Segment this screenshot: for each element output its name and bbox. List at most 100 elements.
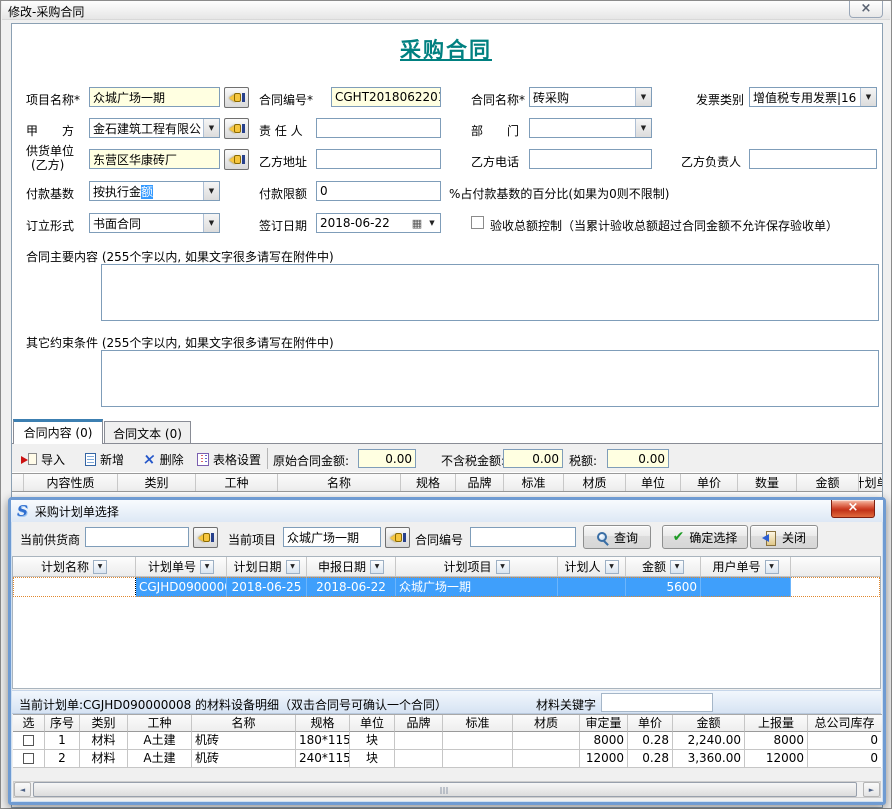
add-button[interactable]: 新增: [81, 448, 128, 470]
material-keyword-field[interactable]: [601, 693, 713, 712]
chevron-down-icon[interactable]: ▼: [635, 119, 651, 137]
project-picker-button[interactable]: [224, 87, 249, 108]
department-combo[interactable]: ▼: [529, 118, 652, 138]
plan-header-cell[interactable]: 金额▼: [626, 557, 701, 576]
chevron-down-icon[interactable]: ▼: [635, 88, 651, 106]
original-amount-field[interactable]: 0.00: [358, 449, 416, 468]
tab-contract-text[interactable]: 合同文本 (0): [104, 421, 191, 443]
filter-chevron-icon[interactable]: ▼: [93, 560, 107, 574]
table-settings-button[interactable]: 表格设置: [193, 448, 265, 470]
party-b-phone-field[interactable]: [529, 149, 652, 169]
items-header-cell: 单位: [626, 474, 681, 491]
filter-chevron-icon[interactable]: ▼: [670, 560, 684, 574]
supplier-picker-button[interactable]: [193, 527, 218, 548]
plan-cell-amount[interactable]: 5600: [626, 577, 701, 597]
row-checkbox[interactable]: [23, 753, 34, 764]
page-title: 采购合同: [1, 34, 891, 64]
scrollbar-thumb[interactable]: [33, 782, 857, 797]
query-button[interactable]: 查询: [583, 525, 651, 549]
chevron-down-icon[interactable]: ▼: [203, 182, 219, 200]
acceptance-control-checkbox[interactable]: [471, 216, 484, 229]
supplier-field[interactable]: 东营区华康砖厂: [89, 149, 220, 169]
materials-header-cell: 品牌: [395, 715, 443, 732]
filter-chevron-icon[interactable]: ▼: [286, 560, 300, 574]
plan-header-cell[interactable]: 计划单号▼: [136, 557, 227, 576]
other-terms-textarea[interactable]: [101, 350, 879, 407]
filter-chevron-icon[interactable]: ▼: [200, 560, 214, 574]
cell-spec: 240*115*: [296, 750, 350, 768]
scroll-left-icon[interactable]: ◄: [14, 782, 31, 797]
cell-standard: [443, 732, 513, 750]
plan-header-cell[interactable]: 用户单号▼: [701, 557, 791, 576]
current-project-field[interactable]: 众城广场一期: [283, 527, 381, 547]
cell-approved-qty: 12000: [580, 750, 628, 768]
row-checkbox[interactable]: [23, 735, 34, 746]
party-b-manager-field[interactable]: [749, 149, 877, 169]
thumb-grip-icon: [441, 787, 450, 794]
chevron-down-icon[interactable]: ▼: [424, 214, 440, 232]
plan-cell-user-no[interactable]: [701, 577, 791, 597]
sign-date-field[interactable]: 2018-06-22▦▼: [316, 213, 441, 233]
filter-chevron-icon[interactable]: ▼: [496, 560, 510, 574]
invoice-type-combo[interactable]: 增值税专用发票|16▼: [749, 87, 877, 107]
chevron-down-icon[interactable]: ▼: [860, 88, 876, 106]
dialog-titlebar[interactable]: S 采购计划单选择: [11, 500, 883, 522]
filter-chevron-icon[interactable]: ▼: [765, 560, 779, 574]
confirm-select-button[interactable]: ✔确定选择: [662, 525, 748, 549]
tab-contract-items[interactable]: 合同内容 (0): [13, 419, 103, 444]
current-plan-detail-text: 当前计划单:CGJHD090000008 的材料设备明细（双击合同号可确认一个合…: [19, 696, 447, 713]
delete-button[interactable]: ×删除: [139, 448, 188, 470]
exit-door-icon: [762, 531, 777, 544]
cell-standard: [443, 750, 513, 768]
main-titlebar[interactable]: 修改-采购合同: [2, 1, 890, 20]
plan-header-cell[interactable]: 计划人▼: [558, 557, 626, 576]
dialog-close-icon[interactable]: ×: [831, 500, 875, 518]
chevron-down-icon[interactable]: ▼: [203, 214, 219, 232]
plan-header-cell[interactable]: 计划项目▼: [396, 557, 558, 576]
plan-header-cell[interactable]: 申报日期▼: [307, 557, 396, 576]
filter-chevron-icon[interactable]: ▼: [605, 560, 619, 574]
scroll-right-icon[interactable]: ►: [863, 782, 880, 797]
plan-cell-number[interactable]: CGJHD090000008: [136, 577, 227, 597]
contract-name-label: 合同名称*: [471, 91, 525, 108]
materials-row[interactable]: 2 材料 A土建 机砖 240*115* 块 12000 0.28 3,360.…: [13, 750, 882, 768]
plan-header-cell[interactable]: 计划名称▼: [13, 557, 136, 576]
responsible-field[interactable]: [316, 118, 441, 138]
conclude-form-label: 订立形式: [26, 217, 74, 234]
plan-cell-planner[interactable]: [558, 577, 626, 597]
plan-cell-project[interactable]: 众城广场一期: [396, 577, 558, 597]
plan-cell-report-date[interactable]: 2018-06-22: [307, 577, 396, 597]
party-a-combo[interactable]: 金石建筑工程有限公▼: [89, 118, 220, 138]
dialog-title: 采购计划单选择: [35, 503, 119, 520]
plan-row-selected[interactable]: CGJHD090000008 2018-06-25 2018-06-22 众城广…: [13, 577, 880, 597]
main-content-textarea[interactable]: [101, 264, 879, 321]
cell-category: 材料: [80, 750, 128, 768]
project-picker-button[interactable]: [385, 527, 410, 548]
contract-no-field[interactable]: CGHT2018062201: [331, 87, 441, 107]
supplier-picker-button[interactable]: [224, 149, 249, 170]
pay-limit-field[interactable]: 0: [316, 181, 441, 201]
no-tax-amount-field[interactable]: 0.00: [503, 449, 563, 468]
pay-base-combo[interactable]: 按执行金额▼: [89, 181, 220, 201]
close-button[interactable]: 关闭: [750, 525, 818, 549]
party-b-address-field[interactable]: [316, 149, 441, 169]
tax-amount-field[interactable]: 0.00: [607, 449, 669, 468]
party-a-picker-button[interactable]: [224, 118, 249, 139]
project-name-field[interactable]: 众城广场一期: [89, 87, 220, 107]
contract-name-combo[interactable]: 砖采购▼: [529, 87, 652, 107]
chevron-down-icon[interactable]: ▼: [203, 119, 219, 137]
current-supplier-field[interactable]: [85, 527, 189, 547]
cell-seq: 1: [45, 732, 80, 750]
contract-no-filter-field[interactable]: [470, 527, 576, 547]
import-button[interactable]: 导入: [17, 448, 69, 470]
conclude-form-combo[interactable]: 书面合同▼: [89, 213, 220, 233]
acceptance-control-label: 验收总额控制（当累计验收总额超过合同金额不允许保存验收单）: [490, 217, 838, 234]
materials-row[interactable]: 1 材料 A土建 机砖 180*115* 块 8000 0.28 2,240.0…: [13, 732, 882, 750]
filter-chevron-icon[interactable]: ▼: [370, 560, 384, 574]
plan-cell-name[interactable]: [13, 577, 136, 597]
plan-cell-plan-date[interactable]: 2018-06-25: [227, 577, 307, 597]
close-icon[interactable]: ×: [849, 1, 883, 18]
plan-header-cell[interactable]: 计划日期▼: [227, 557, 307, 576]
horizontal-scrollbar[interactable]: ◄ ►: [13, 781, 881, 798]
plan-header-filler: [791, 557, 880, 576]
